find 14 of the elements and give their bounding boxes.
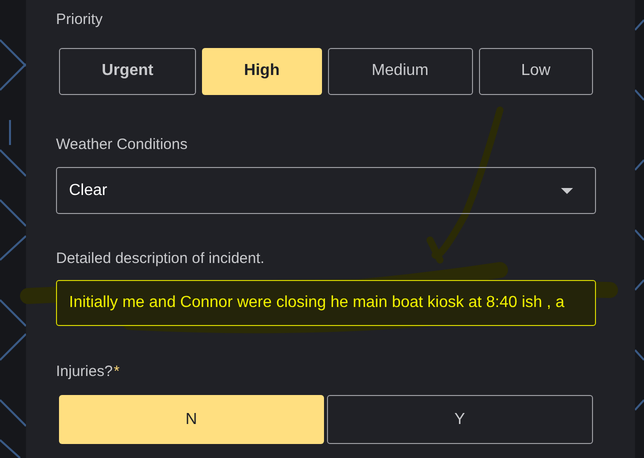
field-label: Weather Conditions xyxy=(56,134,188,154)
field-label: Detailed description of incident. xyxy=(56,249,266,269)
injury-option[interactable]: Y xyxy=(326,395,593,444)
field-label: Injuries? xyxy=(56,362,113,382)
priority-option[interactable]: Urgent xyxy=(59,48,196,94)
injury-option[interactable]: N xyxy=(59,395,324,444)
priority-option[interactable]: Medium xyxy=(328,48,473,94)
field-label: Priority xyxy=(56,10,104,30)
required-mark: * xyxy=(114,362,120,382)
priority-option[interactable]: High xyxy=(202,48,322,94)
priority-option[interactable]: Low xyxy=(478,48,593,94)
weather-dropdown[interactable]: Clear xyxy=(56,167,596,214)
dropdown-caret-icon xyxy=(561,188,573,194)
description-field[interactable]: Initially me and Connor were closing he main boat kiosk at 8:40 ish , a xyxy=(56,280,596,326)
